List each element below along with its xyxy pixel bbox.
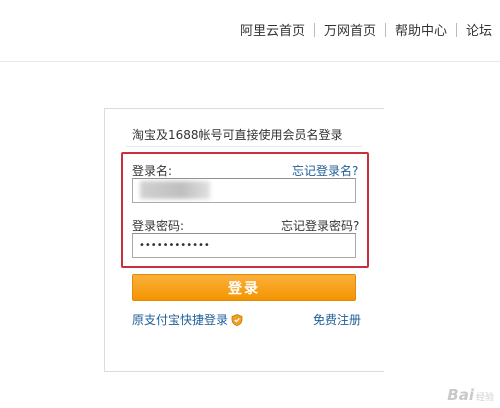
watermark: Bai 经验 <box>447 386 494 404</box>
nav-wanwang-home[interactable]: 万网首页 <box>324 20 376 39</box>
alipay-login-label: 原支付宝快捷登录 <box>132 313 229 327</box>
login-page: 阿里云首页 万网首页 帮助中心 论坛 淘宝及1688帐号可直接使用会员名登录 登… <box>0 0 500 408</box>
nav-divider <box>455 22 457 37</box>
nav-help-center[interactable]: 帮助中心 <box>395 20 447 39</box>
top-navigation: 阿里云首页 万网首页 帮助中心 论坛 <box>0 0 500 62</box>
nav-divider <box>313 22 315 37</box>
login-button[interactable]: 登录 <box>132 274 356 301</box>
top-links: 阿里云首页 万网首页 帮助中心 论坛 <box>240 20 492 39</box>
annotation-highlight <box>121 152 369 268</box>
login-hint: 淘宝及1688帐号可直接使用会员名登录 <box>132 128 343 142</box>
shield-icon <box>231 313 243 326</box>
hint-divider <box>126 146 362 147</box>
alipay-login-link[interactable]: 原支付宝快捷登录 <box>132 311 243 328</box>
watermark-suffix: 经验 <box>475 393 494 403</box>
register-link[interactable]: 免费注册 <box>313 311 361 328</box>
watermark-text: Bai <box>447 386 474 404</box>
nav-forum[interactable]: 论坛 <box>466 20 492 39</box>
nav-divider <box>384 22 386 37</box>
nav-aliyun-home[interactable]: 阿里云首页 <box>240 20 305 39</box>
